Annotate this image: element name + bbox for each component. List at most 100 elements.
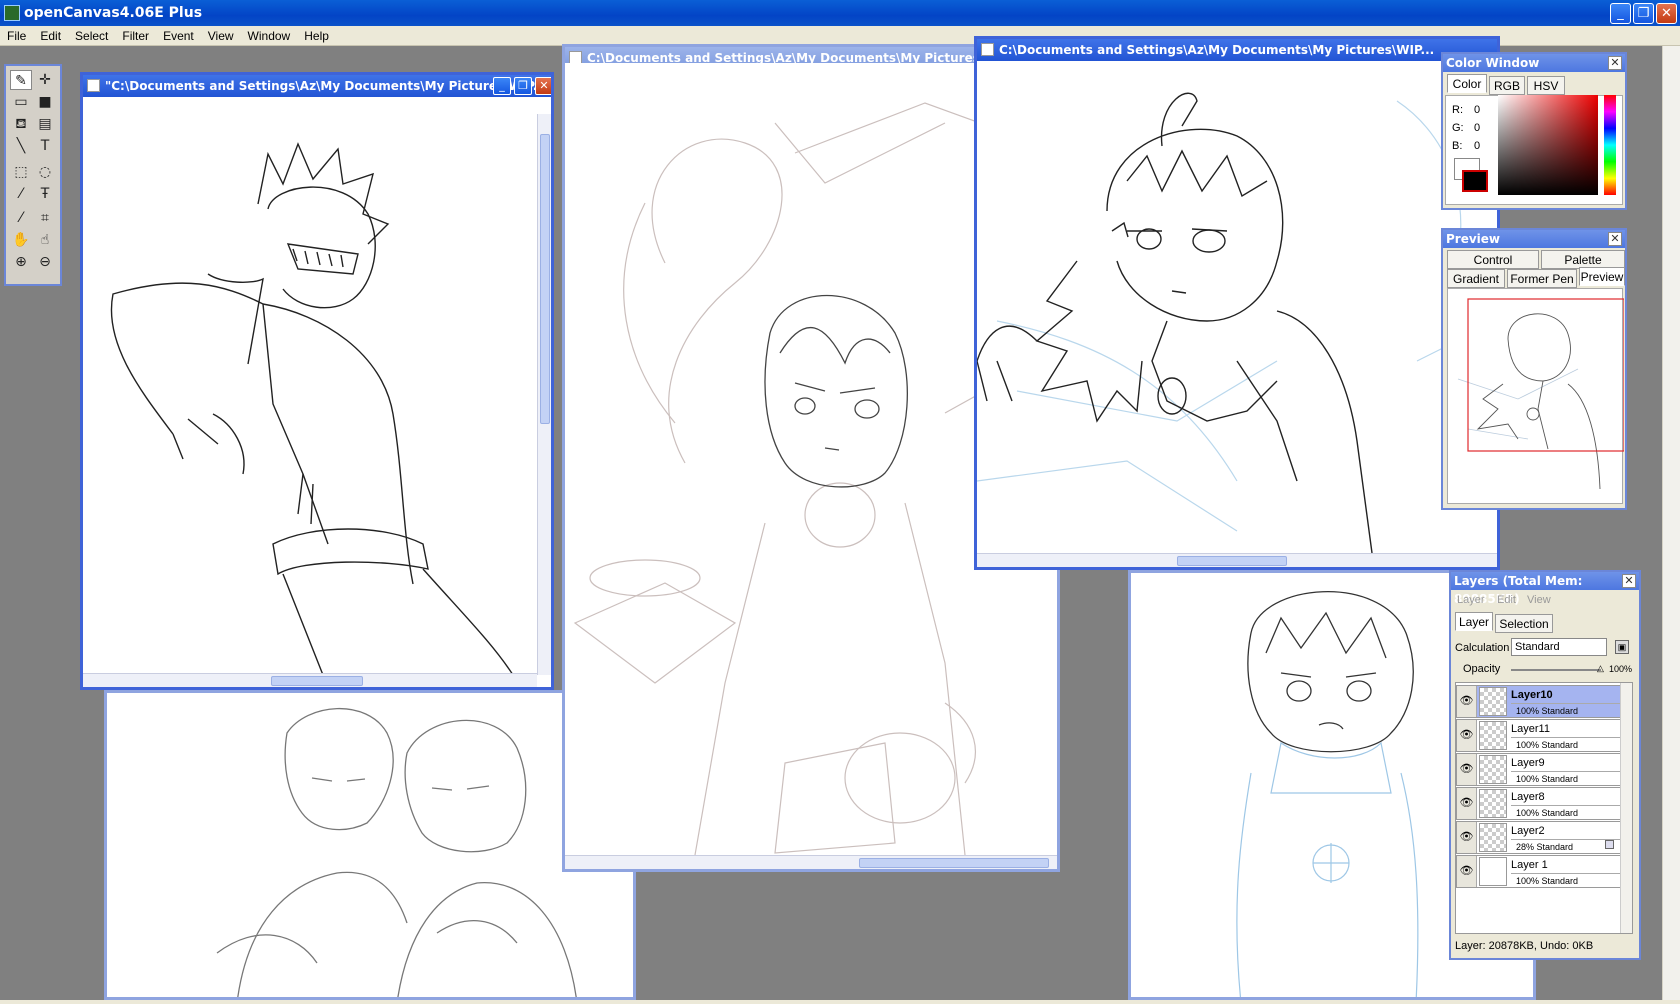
color-window-title: Color Window <box>1443 54 1625 72</box>
status-strip <box>0 1000 1680 1004</box>
lasso-select-icon[interactable]: ◌ <box>34 162 56 182</box>
crop-tool-icon[interactable]: ⌗ <box>34 208 56 228</box>
opacity-slider[interactable] <box>1511 669 1601 671</box>
layer-row-layer11[interactable]: 👁 Layer11 100% Standard <box>1456 719 1624 752</box>
scrollbar-thumb[interactable] <box>859 858 1049 868</box>
magic-wand-icon[interactable]: ⁄ <box>10 184 32 204</box>
canvas-window-boy-fur[interactable]: C:\Documents and Settings\Az\My Document… <box>974 36 1500 570</box>
tab-color[interactable]: Color <box>1447 74 1487 93</box>
eyedropper-icon[interactable]: ⁄ <box>10 208 32 228</box>
layers-menu-edit[interactable]: Edit <box>1497 594 1516 606</box>
layers-menu-layer[interactable]: Layer <box>1457 594 1485 606</box>
calculation-select[interactable]: Standard <box>1511 638 1607 656</box>
saturation-value-square[interactable] <box>1498 95 1598 195</box>
horizontal-scrollbar[interactable] <box>977 553 1497 567</box>
layer-name: Layer10 <box>1511 689 1553 701</box>
visibility-eye-icon[interactable]: 👁 <box>1457 754 1477 785</box>
tab-layer[interactable]: Layer <box>1455 612 1493 631</box>
layer-row-layer10[interactable]: 👁 Layer10 100% Standard <box>1456 685 1624 718</box>
layer-detail: 100% Standard <box>1511 771 1623 784</box>
preview-close-button[interactable]: ✕ <box>1608 232 1622 246</box>
zoom-in-icon[interactable]: ⊕ <box>10 252 32 272</box>
visibility-eye-icon[interactable]: 👁 <box>1457 686 1477 717</box>
workspace-scrollbar[interactable] <box>1662 46 1680 1000</box>
layers-menu-view[interactable]: View <box>1527 594 1551 606</box>
bucket-fill-icon[interactable]: ⛾ <box>10 114 32 134</box>
primary-color-swatch[interactable] <box>1462 170 1488 192</box>
layers-title: Layers (Total Mem: 89885KB) <box>1451 572 1639 606</box>
window-titlebar[interactable]: "C:\Documents and Settings\Az\My Documen… <box>83 75 551 97</box>
menu-file[interactable]: File <box>0 29 33 43</box>
visibility-eye-icon[interactable]: 👁 <box>1457 788 1477 819</box>
gradient-tool-icon[interactable]: ▤ <box>34 114 56 134</box>
canvas-warrior[interactable] <box>83 114 537 675</box>
tab-control[interactable]: Control <box>1447 250 1539 269</box>
tab-gradient[interactable]: Gradient <box>1447 269 1505 288</box>
layer-row-layer1[interactable]: 👁 Layer 1 100% Standard <box>1456 855 1624 888</box>
hue-slider[interactable] <box>1604 95 1616 195</box>
layer-name: Layer8 <box>1511 791 1545 803</box>
pen-tool-icon[interactable]: ✎ <box>10 70 32 90</box>
window-title: C:\Documents and Settings\Az\My Document… <box>999 43 1435 57</box>
tab-selection[interactable]: Selection <box>1495 614 1553 633</box>
close-button[interactable]: ✕ <box>1656 3 1677 24</box>
layer-row-layer8[interactable]: 👁 Layer8 100% Standard <box>1456 787 1624 820</box>
menu-view[interactable]: View <box>201 29 241 43</box>
minimize-button[interactable]: _ <box>1610 3 1631 24</box>
canvas-window-sketch-couple[interactable] <box>104 690 636 1000</box>
window-titlebar[interactable]: C:\Documents and Settings\Az\My Document… <box>977 39 1497 61</box>
scrollbar-thumb[interactable] <box>540 134 550 424</box>
canvas-boy-fur[interactable] <box>977 61 1497 553</box>
canvas-sketch-couple[interactable] <box>137 693 627 997</box>
text-tool-icon[interactable]: T <box>34 136 56 156</box>
layer-mask-icon[interactable] <box>1605 840 1614 849</box>
layer-list: 👁 Layer10 100% Standard 👁 Layer11 100% S… <box>1455 682 1633 934</box>
text-select-icon[interactable]: Ŧ <box>34 184 56 204</box>
tab-preview[interactable]: Preview <box>1579 267 1625 286</box>
menu-help[interactable]: Help <box>297 29 336 43</box>
scrollbar-thumb[interactable] <box>271 676 363 686</box>
menu-edit[interactable]: Edit <box>33 29 68 43</box>
window-maximize-button[interactable]: ❐ <box>514 77 532 95</box>
tab-rgb[interactable]: RGB <box>1489 76 1525 95</box>
g-label: G: <box>1452 122 1464 134</box>
layer-name: Layer11 <box>1511 723 1550 735</box>
visibility-eye-icon[interactable]: 👁 <box>1457 856 1477 887</box>
document-icon <box>981 43 994 56</box>
menu-select[interactable]: Select <box>68 29 115 43</box>
line-tool-icon[interactable]: ╲ <box>10 136 32 156</box>
preview-thumbnail[interactable] <box>1447 288 1624 504</box>
menu-filter[interactable]: Filter <box>115 29 156 43</box>
window-close-button[interactable]: ✕ <box>535 77 551 95</box>
tab-former-pen[interactable]: Former Pen <box>1507 269 1577 288</box>
color-window-close-button[interactable]: ✕ <box>1608 56 1622 70</box>
r-label: R: <box>1452 104 1463 116</box>
horizontal-scrollbar[interactable] <box>565 855 1057 869</box>
hand-tool-icon[interactable]: ✋ <box>10 230 32 250</box>
layer-list-scrollbar[interactable] <box>1620 683 1632 933</box>
zoom-out-icon[interactable]: ⊖ <box>34 252 56 272</box>
tab-hsv[interactable]: HSV <box>1527 76 1565 95</box>
rotate-hand-icon[interactable]: ☝ <box>34 230 56 250</box>
marquee-select-icon[interactable]: ⬚ <box>10 162 32 182</box>
visibility-eye-icon[interactable]: 👁 <box>1457 720 1477 751</box>
rectangle-select-icon[interactable]: ▭ <box>10 92 32 112</box>
layers-panel: Layers (Total Mem: 89885KB) ✕ Layer Edit… <box>1449 570 1641 960</box>
menu-event[interactable]: Event <box>156 29 201 43</box>
layers-close-button[interactable]: ✕ <box>1622 574 1636 588</box>
horizontal-scrollbar[interactable] <box>83 673 537 687</box>
lock-icon[interactable]: ▣ <box>1615 640 1629 654</box>
menu-window[interactable]: Window <box>241 29 298 43</box>
layer-row-layer2[interactable]: 👁 Layer2 28% Standard <box>1456 821 1624 854</box>
vertical-scrollbar[interactable] <box>537 114 551 675</box>
scrollbar-thumb[interactable] <box>1177 556 1287 566</box>
move-tool-icon[interactable]: ✛ <box>34 70 56 90</box>
restore-button[interactable]: ❐ <box>1633 3 1654 24</box>
layer-row-layer9[interactable]: 👁 Layer9 100% Standard <box>1456 753 1624 786</box>
canvas-window-warrior[interactable]: "C:\Documents and Settings\Az\My Documen… <box>80 72 554 690</box>
window-minimize-button[interactable]: _ <box>493 77 511 95</box>
fill-rectangle-icon[interactable]: ■ <box>34 92 56 112</box>
visibility-eye-icon[interactable]: 👁 <box>1457 822 1477 853</box>
preview-title: Preview <box>1443 230 1625 248</box>
opacity-handle-icon[interactable]: △ <box>1597 663 1604 674</box>
